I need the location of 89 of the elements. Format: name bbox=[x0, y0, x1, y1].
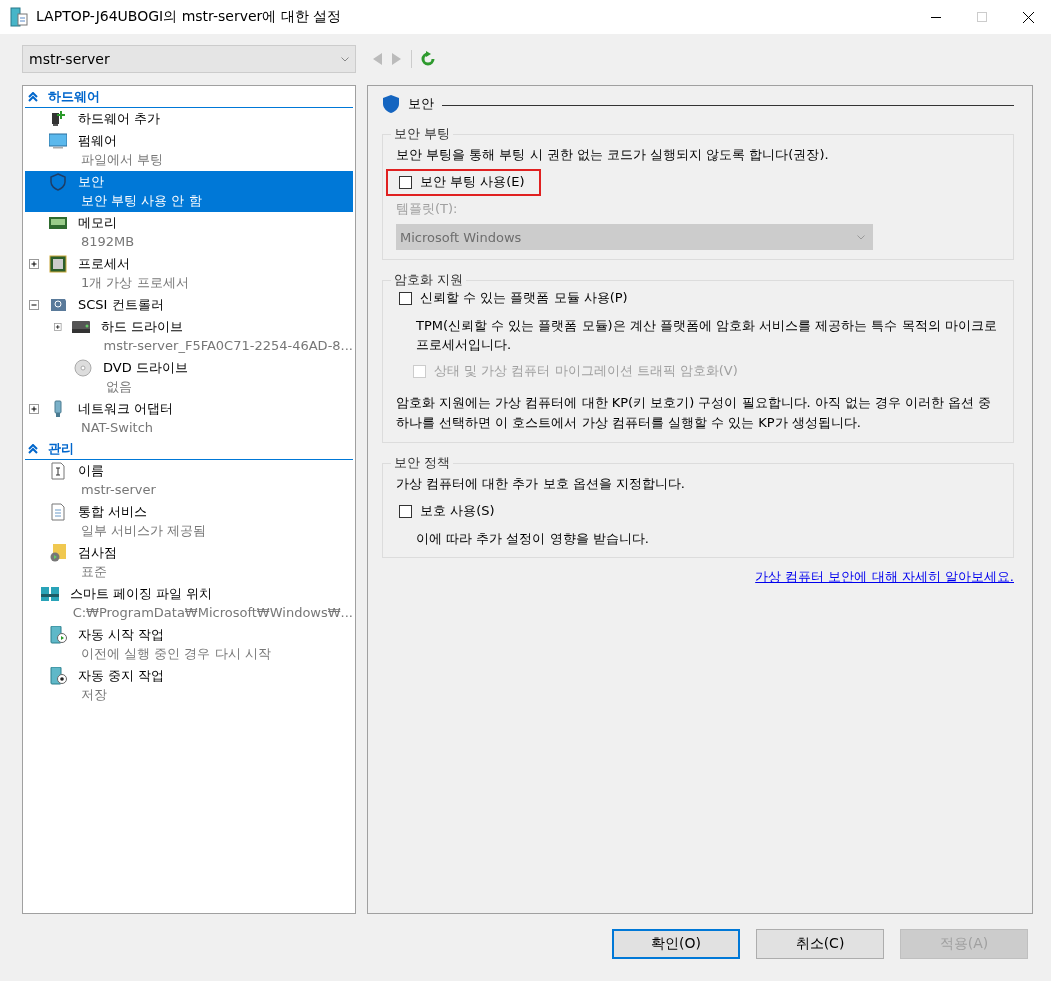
panel-title: 보안 bbox=[408, 95, 434, 113]
item-title: SCSI 컨트롤러 bbox=[78, 296, 164, 314]
tree-item[interactable]: 검사점 표준 bbox=[25, 542, 353, 583]
chevron-down-icon bbox=[341, 56, 349, 62]
autostart-icon bbox=[49, 626, 67, 644]
expand-icon[interactable] bbox=[29, 404, 39, 414]
item-subtitle: 표준 bbox=[80, 563, 108, 581]
tree-item[interactable]: 하드 드라이브 mstr-server_F5FA0C71-2254-46AD-8... bbox=[25, 316, 353, 357]
item-subtitle: 일부 서비스가 제공됨 bbox=[80, 522, 207, 540]
learn-more-link[interactable]: 가상 컴퓨터 보안에 대해 자세히 알아보세요. bbox=[755, 568, 1014, 586]
tree-item[interactable]: 하드웨어 추가 bbox=[25, 108, 353, 130]
item-subtitle: mstr-server_F5FA0C71-2254-46AD-8... bbox=[102, 337, 353, 355]
chevron-down-icon bbox=[857, 234, 865, 240]
description-text: 가상 컴퓨터에 대한 추가 보호 옵션을 지정합니다. bbox=[396, 475, 686, 493]
addhardware-icon bbox=[49, 110, 67, 128]
item-subtitle: 없음 bbox=[105, 378, 133, 396]
item-title: 메모리 bbox=[78, 214, 118, 232]
tree-item[interactable]: 보안 보안 부팅 사용 안 함 bbox=[25, 171, 353, 212]
tree-item[interactable]: 네트워크 어댑터 NAT-Switch bbox=[25, 398, 353, 439]
autostop-icon bbox=[49, 667, 67, 685]
checkbox[interactable] bbox=[399, 504, 412, 518]
item-title: 스마트 페이징 파일 위치 bbox=[69, 585, 214, 603]
tree-item[interactable]: 통합 서비스 일부 서비스가 제공됨 bbox=[25, 501, 353, 542]
collapse-icon[interactable] bbox=[29, 300, 39, 310]
item-subtitle: 보안 부팅 사용 안 함 bbox=[80, 192, 202, 210]
tree-item[interactable]: 이름 mstr-server bbox=[25, 460, 353, 501]
vm-dropdown[interactable]: mstr-server bbox=[22, 45, 356, 73]
close-icon[interactable] bbox=[1022, 11, 1034, 23]
checkbox[interactable] bbox=[399, 291, 412, 305]
dialog-button[interactable]: 취소(C) bbox=[756, 929, 884, 959]
description-text: 암호화 지원에는 가상 컴퓨터에 대한 KP(키 보호기) 구성이 필요합니다. 아직 없는 경우 이러한 옵션 중 하나를 선택하면 이 호스트에서 가상 컴퓨터를 실행할 수 있는 KP가 생성됩니다. bbox=[396, 394, 993, 432]
item-subtitle: 1개 가상 프로세서 bbox=[80, 274, 189, 292]
tree-item[interactable]: 자동 중지 작업 저장 bbox=[25, 665, 353, 706]
item-subtitle: NAT-Switch bbox=[80, 419, 155, 437]
collapse-icon[interactable] bbox=[28, 92, 38, 102]
item-title: 검사점 bbox=[78, 544, 117, 562]
item-subtitle: 저장 bbox=[80, 686, 108, 704]
checkbox-label: 보안 부팅 사용(E) bbox=[420, 173, 525, 191]
section-header: 하드웨어 bbox=[48, 88, 100, 106]
note-text: TPM(신뢰할 수 있는 플랫폼 모듈)은 계산 플랫폼에 암호화 서비스를 제공하는 특수 목적의 마이크로프로세서입니다. bbox=[415, 317, 998, 354]
memory-icon bbox=[49, 214, 67, 232]
dialog-button[interactable]: 확인(O) bbox=[612, 929, 740, 959]
tree-item[interactable]: 펌웨어 파일에서 부팅 bbox=[25, 130, 353, 171]
processor-icon bbox=[49, 255, 67, 273]
refresh-icon[interactable] bbox=[420, 51, 436, 67]
settings-app-icon bbox=[10, 7, 28, 27]
item-subtitle: 파일에서 부팅 bbox=[80, 151, 164, 169]
expand-icon[interactable] bbox=[29, 259, 39, 269]
group-title: 암호화 지원 bbox=[391, 271, 467, 289]
item-subtitle: mstr-server bbox=[80, 481, 156, 499]
item-title: 네트워크 어댑터 bbox=[78, 400, 174, 418]
harddrive-icon bbox=[71, 318, 90, 336]
item-title: DVD 드라이브 bbox=[103, 359, 188, 377]
item-title: 하드 드라이브 bbox=[100, 318, 184, 336]
item-title: 하드웨어 추가 bbox=[78, 110, 161, 128]
description-text: 보안 부팅을 통해 부팅 시 권한 없는 코드가 실행되지 않도록 합니다(권장). bbox=[396, 146, 830, 164]
checkbox-label: 상태 및 가상 컴퓨터 마이그레이션 트래픽 암호화(V) bbox=[434, 362, 738, 380]
collapse-icon[interactable] bbox=[28, 444, 38, 454]
tree-item[interactable]: 자동 시작 작업 이전에 실행 중인 경우 다시 시작 bbox=[25, 624, 353, 665]
checkbox-label: 신뢰할 수 있는 플랫폼 모듈 사용(P) bbox=[420, 289, 628, 307]
group-title: 보안 정책 bbox=[391, 454, 454, 472]
item-title: 자동 시작 작업 bbox=[78, 626, 166, 644]
item-subtitle: C:₩ProgramData₩Microsoft₩Windows₩... bbox=[71, 604, 353, 622]
tree-item[interactable]: 스마트 페이징 파일 위치 C:₩ProgramData₩Microsoft₩Windows₩... bbox=[25, 583, 353, 624]
tree-item[interactable]: 프로세서 1개 가상 프로세서 bbox=[25, 253, 353, 294]
expand-icon[interactable] bbox=[54, 322, 62, 332]
firmware-icon bbox=[49, 132, 67, 150]
item-subtitle: 8192MB bbox=[80, 233, 135, 251]
shield-icon bbox=[49, 173, 67, 191]
group-title: 보안 부팅 bbox=[391, 125, 454, 143]
item-title: 보안 bbox=[78, 173, 105, 191]
item-title: 펌웨어 bbox=[78, 132, 118, 150]
dvd-icon bbox=[74, 359, 92, 377]
note-text: 이에 따라 추가 설정이 영향을 받습니다. bbox=[415, 530, 650, 548]
tree-item[interactable]: SCSI 컨트롤러 bbox=[25, 294, 353, 316]
field-label: 템플릿(T): bbox=[396, 200, 459, 218]
item-title: 자동 중지 작업 bbox=[78, 667, 165, 685]
item-title: 프로세서 bbox=[78, 255, 131, 273]
item-title: 이름 bbox=[78, 462, 105, 480]
tree-item[interactable]: 메모리 8192MB bbox=[25, 212, 353, 253]
window-title: LAPTOP-J64UBOGI의 mstr-server에 대한 설정 bbox=[36, 8, 343, 26]
item-title: 통합 서비스 bbox=[78, 503, 149, 521]
section-header: 관리 bbox=[48, 440, 74, 458]
tree-item[interactable]: DVD 드라이브 없음 bbox=[25, 357, 353, 398]
checkbox-label: 보호 사용(S) bbox=[420, 502, 495, 520]
shield-icon bbox=[382, 94, 400, 114]
item-subtitle: 이전에 실행 중인 경우 다시 시작 bbox=[80, 645, 271, 663]
checkbox[interactable] bbox=[399, 175, 412, 189]
minimize-icon[interactable] bbox=[931, 16, 941, 18]
